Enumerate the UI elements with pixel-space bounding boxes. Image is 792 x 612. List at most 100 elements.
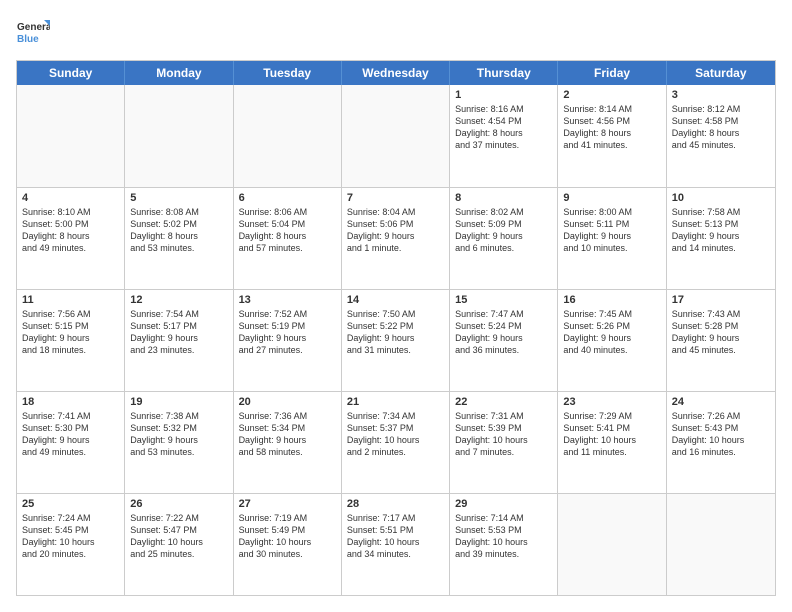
calendar-cell: 15 Sunrise: 7:47 AM Sunset: 5:24 PM Dayli… xyxy=(450,290,558,391)
calendar-cell: 7 Sunrise: 8:04 AM Sunset: 5:06 PM Daylig… xyxy=(342,188,450,289)
day-number: 26 xyxy=(130,498,227,510)
cell-info: Sunrise: 7:52 AM Sunset: 5:19 PM Dayligh… xyxy=(239,308,336,357)
calendar-cell: 25 Sunrise: 7:24 AM Sunset: 5:45 PM Dayli… xyxy=(17,494,125,595)
cell-info: Sunrise: 8:02 AM Sunset: 5:09 PM Dayligh… xyxy=(455,206,552,255)
svg-text:General: General xyxy=(17,22,50,33)
cell-info: Sunrise: 7:19 AM Sunset: 5:49 PM Dayligh… xyxy=(239,512,336,561)
cell-info: Sunrise: 7:34 AM Sunset: 5:37 PM Dayligh… xyxy=(347,410,444,459)
calendar-cell: 16Sunrise: 7:45 AM Sunset: 5:26 PM Dayli… xyxy=(558,290,666,391)
cell-info: Sunrise: 7:47 AM Sunset: 5:24 PM Dayligh… xyxy=(455,308,552,357)
day-number: 28 xyxy=(347,498,444,510)
day-number: 17 xyxy=(672,294,770,306)
calendar-cell xyxy=(667,494,775,595)
day-number: 3 xyxy=(672,89,770,101)
logo-svg: General Blue xyxy=(16,16,50,50)
calendar-cell: 17 Sunrise: 7:43 AM Sunset: 5:28 PM Dayli… xyxy=(667,290,775,391)
calendar-cell xyxy=(234,85,342,187)
weekday-header: Sunday xyxy=(17,61,125,85)
cell-info: Sunrise: 7:45 AM Sunset: 5:26 PM Dayligh… xyxy=(563,308,660,357)
day-number: 14 xyxy=(347,294,444,306)
weekday-header: Monday xyxy=(125,61,233,85)
calendar-cell: 23Sunrise: 7:29 AM Sunset: 5:41 PM Dayli… xyxy=(558,392,666,493)
page: General Blue SundayMondayTuesdayWednesda… xyxy=(0,0,792,612)
cell-info: Sunrise: 7:29 AM Sunset: 5:41 PM Dayligh… xyxy=(563,410,660,459)
cell-info: Sunrise: 7:24 AM Sunset: 5:45 PM Dayligh… xyxy=(22,512,119,561)
day-number: 11 xyxy=(22,294,119,306)
day-number: 18 xyxy=(22,396,119,408)
cell-info: Sunrise: 8:10 AM Sunset: 5:00 PM Dayligh… xyxy=(22,206,119,255)
cell-info: Sunrise: 8:12 AM Sunset: 4:58 PM Dayligh… xyxy=(672,103,770,152)
weekday-header: Friday xyxy=(558,61,666,85)
calendar-row: 11 Sunrise: 7:56 AM Sunset: 5:15 PM Dayli… xyxy=(17,289,775,391)
calendar-cell: 20 Sunrise: 7:36 AM Sunset: 5:34 PM Dayli… xyxy=(234,392,342,493)
weekday-header: Saturday xyxy=(667,61,775,85)
cell-info: Sunrise: 7:31 AM Sunset: 5:39 PM Dayligh… xyxy=(455,410,552,459)
calendar-row: 18Sunrise: 7:41 AM Sunset: 5:30 PM Dayli… xyxy=(17,391,775,493)
calendar-cell: 12 Sunrise: 7:54 AM Sunset: 5:17 PM Dayli… xyxy=(125,290,233,391)
calendar-row: 1 Sunrise: 8:16 AM Sunset: 4:54 PM Daylig… xyxy=(17,85,775,187)
calendar-cell: 6 Sunrise: 8:06 AM Sunset: 5:04 PM Daylig… xyxy=(234,188,342,289)
day-number: 29 xyxy=(455,498,552,510)
cell-info: Sunrise: 8:00 AM Sunset: 5:11 PM Dayligh… xyxy=(563,206,660,255)
calendar-cell: 2 Sunrise: 8:14 AM Sunset: 4:56 PM Daylig… xyxy=(558,85,666,187)
calendar-cell: 9Sunrise: 8:00 AM Sunset: 5:11 PM Daylig… xyxy=(558,188,666,289)
calendar-cell: 28 Sunrise: 7:17 AM Sunset: 5:51 PM Dayli… xyxy=(342,494,450,595)
day-number: 2 xyxy=(563,89,660,101)
day-number: 25 xyxy=(22,498,119,510)
calendar-cell: 14 Sunrise: 7:50 AM Sunset: 5:22 PM Dayli… xyxy=(342,290,450,391)
day-number: 4 xyxy=(22,192,119,204)
calendar-cell: 5 Sunrise: 8:08 AM Sunset: 5:02 PM Daylig… xyxy=(125,188,233,289)
cell-info: Sunrise: 7:36 AM Sunset: 5:34 PM Dayligh… xyxy=(239,410,336,459)
calendar-cell: 29 Sunrise: 7:14 AM Sunset: 5:53 PM Dayli… xyxy=(450,494,558,595)
calendar-cell: 21 Sunrise: 7:34 AM Sunset: 5:37 PM Dayli… xyxy=(342,392,450,493)
calendar-body: 1 Sunrise: 8:16 AM Sunset: 4:54 PM Daylig… xyxy=(17,85,775,595)
logo: General Blue xyxy=(16,16,50,50)
cell-info: Sunrise: 8:14 AM Sunset: 4:56 PM Dayligh… xyxy=(563,103,660,152)
day-number: 6 xyxy=(239,192,336,204)
calendar-cell: 24Sunrise: 7:26 AM Sunset: 5:43 PM Dayli… xyxy=(667,392,775,493)
day-number: 5 xyxy=(130,192,227,204)
cell-info: Sunrise: 8:04 AM Sunset: 5:06 PM Dayligh… xyxy=(347,206,444,255)
calendar-header: SundayMondayTuesdayWednesdayThursdayFrid… xyxy=(17,61,775,85)
cell-info: Sunrise: 7:50 AM Sunset: 5:22 PM Dayligh… xyxy=(347,308,444,357)
calendar-cell: 8 Sunrise: 8:02 AM Sunset: 5:09 PM Daylig… xyxy=(450,188,558,289)
calendar-cell xyxy=(342,85,450,187)
calendar-cell xyxy=(125,85,233,187)
day-number: 19 xyxy=(130,396,227,408)
day-number: 21 xyxy=(347,396,444,408)
day-number: 15 xyxy=(455,294,552,306)
weekday-header: Tuesday xyxy=(234,61,342,85)
cell-info: Sunrise: 8:16 AM Sunset: 4:54 PM Dayligh… xyxy=(455,103,552,152)
header: General Blue xyxy=(16,16,776,50)
day-number: 1 xyxy=(455,89,552,101)
day-number: 13 xyxy=(239,294,336,306)
weekday-header: Wednesday xyxy=(342,61,450,85)
day-number: 20 xyxy=(239,396,336,408)
calendar: SundayMondayTuesdayWednesdayThursdayFrid… xyxy=(16,60,776,596)
calendar-cell: 10Sunrise: 7:58 AM Sunset: 5:13 PM Dayli… xyxy=(667,188,775,289)
calendar-cell: 18Sunrise: 7:41 AM Sunset: 5:30 PM Dayli… xyxy=(17,392,125,493)
calendar-cell: 11 Sunrise: 7:56 AM Sunset: 5:15 PM Dayli… xyxy=(17,290,125,391)
cell-info: Sunrise: 8:06 AM Sunset: 5:04 PM Dayligh… xyxy=(239,206,336,255)
calendar-cell: 22Sunrise: 7:31 AM Sunset: 5:39 PM Dayli… xyxy=(450,392,558,493)
calendar-cell xyxy=(17,85,125,187)
day-number: 7 xyxy=(347,192,444,204)
day-number: 12 xyxy=(130,294,227,306)
day-number: 27 xyxy=(239,498,336,510)
calendar-row: 4 Sunrise: 8:10 AM Sunset: 5:00 PM Daylig… xyxy=(17,187,775,289)
day-number: 8 xyxy=(455,192,552,204)
calendar-cell: 1 Sunrise: 8:16 AM Sunset: 4:54 PM Daylig… xyxy=(450,85,558,187)
cell-info: Sunrise: 8:08 AM Sunset: 5:02 PM Dayligh… xyxy=(130,206,227,255)
weekday-header: Thursday xyxy=(450,61,558,85)
calendar-cell: 13 Sunrise: 7:52 AM Sunset: 5:19 PM Dayli… xyxy=(234,290,342,391)
svg-text:Blue: Blue xyxy=(17,34,39,45)
cell-info: Sunrise: 7:22 AM Sunset: 5:47 PM Dayligh… xyxy=(130,512,227,561)
calendar-cell xyxy=(558,494,666,595)
cell-info: Sunrise: 7:54 AM Sunset: 5:17 PM Dayligh… xyxy=(130,308,227,357)
cell-info: Sunrise: 7:14 AM Sunset: 5:53 PM Dayligh… xyxy=(455,512,552,561)
cell-info: Sunrise: 7:17 AM Sunset: 5:51 PM Dayligh… xyxy=(347,512,444,561)
cell-info: Sunrise: 7:56 AM Sunset: 5:15 PM Dayligh… xyxy=(22,308,119,357)
cell-info: Sunrise: 7:43 AM Sunset: 5:28 PM Dayligh… xyxy=(672,308,770,357)
cell-info: Sunrise: 7:58 AM Sunset: 5:13 PM Dayligh… xyxy=(672,206,770,255)
calendar-cell: 26 Sunrise: 7:22 AM Sunset: 5:47 PM Dayli… xyxy=(125,494,233,595)
